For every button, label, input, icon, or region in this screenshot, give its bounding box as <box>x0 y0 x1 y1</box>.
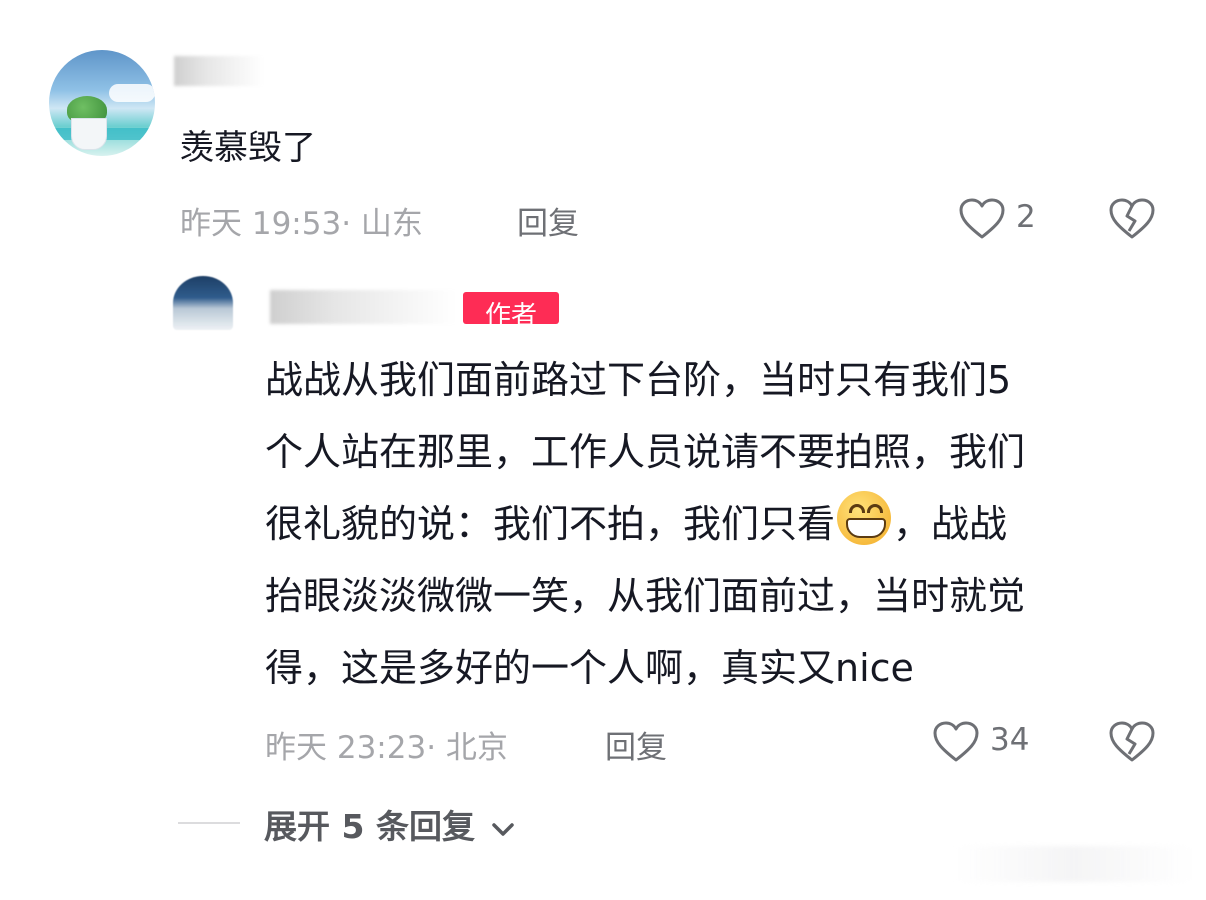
reply-dislike-icon[interactable] <box>1108 720 1156 764</box>
author-badge: 作者 <box>463 292 559 324</box>
heart-outline-icon <box>959 198 1005 239</box>
commenter-name-blurred[interactable] <box>174 56 264 86</box>
expand-replies-label: 展开 5 条回复 <box>264 807 475 846</box>
reply-text-line: 得，这是多好的一个人啊，真实又nice <box>265 646 914 690</box>
reply-like-button[interactable]: 34 <box>932 718 1042 764</box>
comment-reply-button[interactable]: 回复 <box>517 198 579 243</box>
comment-text: 羡慕毁了 <box>180 128 316 168</box>
comment-time-location: 昨天 19:53· 山东 <box>180 206 423 242</box>
reply-reply-button[interactable]: 回复 <box>605 722 667 767</box>
reply-text-line: 战战从我们面前路过下台阶，当时只有我们5 <box>265 358 1012 402</box>
reply-time-location: 昨天 23:23· 北京 <box>265 730 508 766</box>
expand-replies-button[interactable]: 展开 5 条回复 <box>264 800 516 848</box>
grinning-face-emoji <box>837 491 892 545</box>
watermark-blurred <box>954 846 1194 882</box>
reply-like-count: 34 <box>990 722 1030 758</box>
heart-outline-icon <box>933 721 979 762</box>
reply-text-line: 很礼貌的说：我们不拍，我们只看 ，战战 <box>265 488 1025 560</box>
comment-like-count: 2 <box>1016 199 1036 235</box>
expand-divider <box>178 822 240 824</box>
reply-text: 战战从我们面前路过下台阶，当时只有我们5 个人站在那里，工作人员说请不要拍照，我… <box>265 344 1025 704</box>
comment-dislike-icon[interactable] <box>1108 197 1156 241</box>
comment-like-button[interactable]: 2 <box>958 195 1048 241</box>
reply-author-avatar[interactable] <box>173 276 233 330</box>
reply-text-line: 个人站在那里，工作人员说请不要拍照，我们 <box>265 430 1026 474</box>
chevron-down-icon <box>492 822 515 836</box>
reply-text-line: 抬眼淡淡微微一笑，从我们面前过，当时就觉 <box>265 574 1026 618</box>
commenter-avatar[interactable] <box>49 50 155 156</box>
reply-author-name-blurred[interactable] <box>270 290 456 324</box>
